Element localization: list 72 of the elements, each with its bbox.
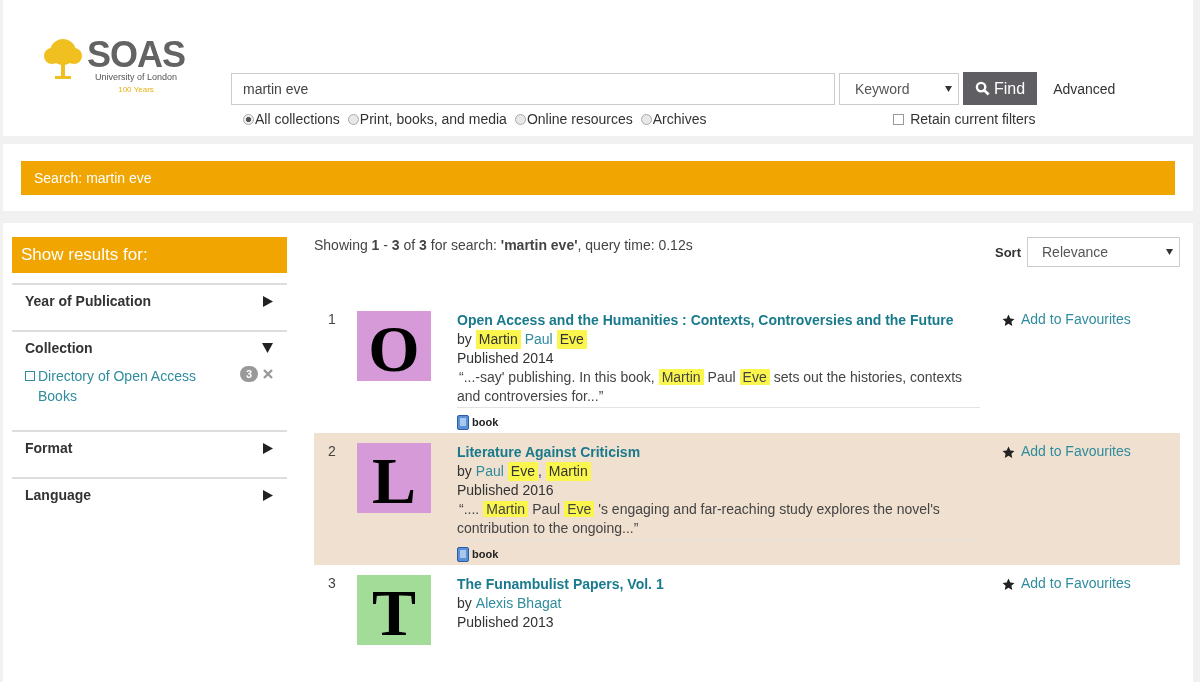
logo-name: SOAS <box>87 38 186 72</box>
tree-logo-icon <box>43 38 83 80</box>
author-link[interactable]: Eve <box>507 462 538 481</box>
facet-heading[interactable]: Format <box>25 440 73 456</box>
star-icon <box>1002 314 1015 327</box>
author-separator: , <box>537 462 542 481</box>
scope-radio[interactable] <box>514 113 526 125</box>
advanced-link[interactable]: Advanced <box>1053 80 1116 97</box>
results-summary: Showing 1 - 3 of 3 for search: 'martin eve', query time: 0.12s <box>314 237 693 253</box>
book-icon <box>457 547 469 562</box>
retain-checkbox[interactable] <box>893 113 905 125</box>
caret-right-icon[interactable] <box>263 489 273 501</box>
format-label: book <box>472 547 499 562</box>
result-title[interactable]: Literature Against Criticism <box>457 443 980 462</box>
result-number: 1 <box>328 311 337 329</box>
publication-year: Published 2014 <box>457 349 555 368</box>
remove-icon[interactable] <box>263 369 273 379</box>
cover-thumbnail[interactable]: L <box>357 443 431 513</box>
logo-anniversary: 100 Years <box>118 84 154 94</box>
author-link[interactable]: Martin <box>545 462 591 481</box>
author-link[interactable]: Alexis Bhagat <box>475 594 562 613</box>
sidebar-title: Show results for: <box>12 237 287 273</box>
facet-heading[interactable]: Year of Publication <box>25 293 152 309</box>
facet-checkbox[interactable] <box>25 371 35 381</box>
cover-thumbnail[interactable]: T <box>357 575 431 645</box>
result-title[interactable]: The Funambulist Papers, Vol. 1 <box>457 575 980 594</box>
result-number: 2 <box>328 443 337 461</box>
facet-heading[interactable]: Language <box>25 487 92 503</box>
find-button[interactable]: Find <box>963 72 1038 105</box>
caret-right-icon[interactable] <box>263 295 273 307</box>
format-label: book <box>472 415 499 430</box>
caret-down-icon[interactable] <box>262 343 273 353</box>
search-field[interactable]: martin eve <box>231 72 835 105</box>
facet-option-label: Directory of Open Access Books <box>38 367 197 406</box>
book-icon <box>457 415 469 430</box>
result-title[interactable]: Open Access and the Humanities : Contexts, Controversies and the Future <box>457 311 980 330</box>
author-link[interactable]: Paul <box>524 330 553 349</box>
facet-heading[interactable]: Collection <box>25 340 93 356</box>
author-link[interactable]: Eve <box>556 330 587 349</box>
scope-radio[interactable] <box>243 113 254 125</box>
sort-select[interactable]: Relevance <box>1027 237 1180 267</box>
publication-year: Published 2013 <box>457 613 555 632</box>
scope-label: Archives <box>652 111 707 127</box>
facet-option-link[interactable]: Directory of Open Access Books <box>25 366 215 406</box>
scope-label: Online resources <box>526 111 633 127</box>
author-link[interactable]: Martin <box>475 330 521 349</box>
sort-label: Sort <box>995 244 1021 260</box>
search-banner: Search: martin eve <box>21 161 1175 195</box>
scope-radio[interactable] <box>640 113 652 125</box>
search-icon <box>975 81 990 96</box>
search-type-select[interactable]: Keyword <box>839 72 959 105</box>
result-number: 3 <box>328 575 337 593</box>
publication-year: Published 2016 <box>457 481 555 500</box>
caret-icon <box>1166 249 1173 255</box>
retain-label: Retain current filters <box>910 111 1036 127</box>
add-to-favourites-link[interactable]: Add to Favourites <box>1002 575 1131 682</box>
result-snippet: “...-say' publishing. In this book, Martin Paul Eve sets out the histories, contexts and controversies for...” <box>457 368 980 408</box>
caret-right-icon[interactable] <box>263 442 273 454</box>
scope-label: Print, books, and media <box>359 111 507 127</box>
scope-radio[interactable] <box>347 113 359 125</box>
by-label: by <box>457 330 472 349</box>
by-label: by <box>457 462 472 481</box>
caret-icon <box>945 85 952 92</box>
star-icon <box>1002 578 1015 591</box>
cover-thumbnail[interactable]: O <box>357 311 431 381</box>
star-icon <box>1002 446 1015 459</box>
facet-count: 3 <box>239 366 258 382</box>
add-to-favourites-link[interactable]: Add to Favourites <box>1002 311 1131 429</box>
logo-subtitle: University of London <box>95 72 178 82</box>
result-snippet: “.... Martin Paul Eve 's engaging and far-reaching study explores the novel's contribution to the ongoing...” <box>457 500 980 540</box>
scope-label: All collections <box>255 111 340 127</box>
by-label: by <box>457 594 472 613</box>
